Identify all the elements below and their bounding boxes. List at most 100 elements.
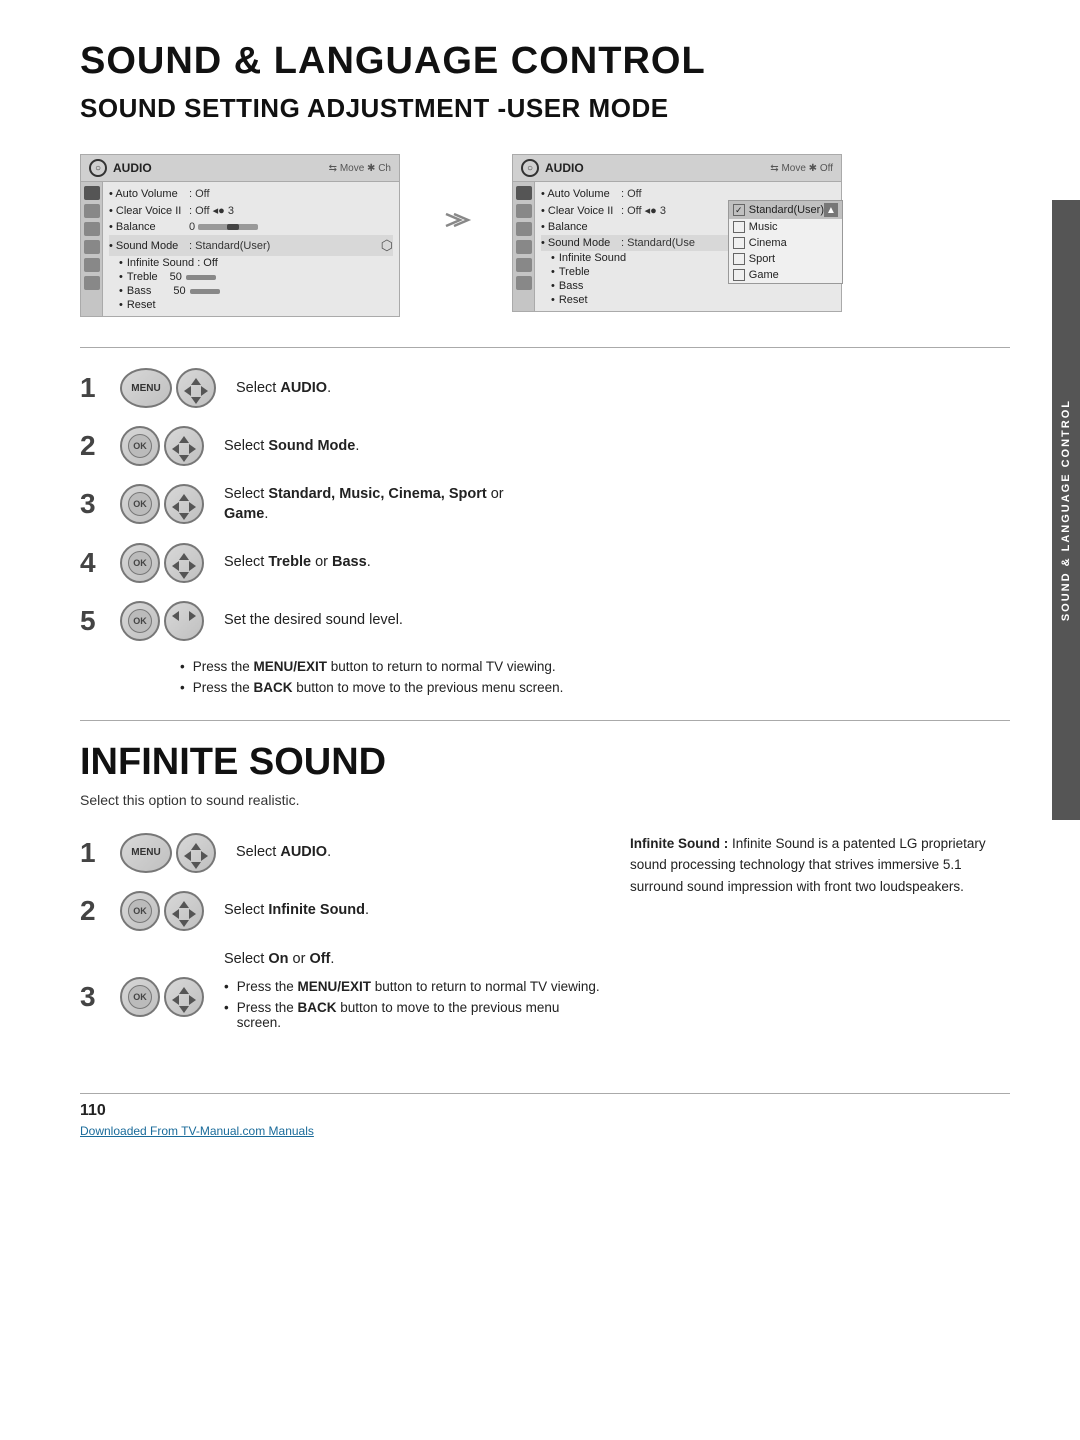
- is-step-2-buttons: OK: [120, 891, 204, 931]
- nav-pad-4[interactable]: [164, 543, 204, 583]
- note-2: • Press the BACK button to move to the p…: [180, 680, 1010, 695]
- dropdown-item-game[interactable]: Game: [729, 267, 842, 283]
- sidebar-icon-1: [84, 186, 100, 200]
- is-note-text-1: Press the MENU/EXIT button to return to …: [237, 979, 600, 994]
- dropdown-item-cinema[interactable]: Cinema: [729, 235, 842, 251]
- nav-lr-5: [172, 611, 196, 621]
- dropdown-item-sport[interactable]: Sport: [729, 251, 842, 267]
- nav-lr-4: [172, 561, 196, 571]
- step-3-row: 3 OK Select Sta: [80, 484, 1010, 525]
- is-step-3-buttons: OK: [120, 977, 204, 1017]
- step-1-text: Select AUDIO.: [236, 378, 331, 398]
- is-bullet-2: •: [224, 1000, 229, 1030]
- r-sidebar-icon-1: [516, 186, 532, 200]
- is-nav-inner-3: [174, 987, 194, 1007]
- nav-center-3: [180, 503, 188, 511]
- nav-left-4: [172, 561, 179, 571]
- dropdown-label-music: Music: [749, 221, 778, 233]
- is-nav-pad-1[interactable]: [176, 833, 216, 873]
- dropdown-item-music[interactable]: Music: [729, 219, 842, 235]
- r-sidebar-icon-2: [516, 204, 532, 218]
- panels-row: ○ AUDIO ⇆ Move ✱ Ch Auto Volume : Off: [80, 154, 1010, 317]
- is-ok-button-3[interactable]: OK: [120, 977, 160, 1017]
- r-label-reset: Reset: [559, 294, 588, 306]
- nav-left-5: [172, 611, 179, 621]
- sub-row-reset: • Reset: [109, 298, 393, 312]
- nav-up-4: [179, 553, 189, 560]
- label-balance: Balance: [109, 221, 189, 233]
- sound-mode-dropdown[interactable]: ✓ Standard(User) ▲ Music Cinema: [728, 200, 843, 284]
- nav-inner-1: [186, 378, 206, 398]
- is-nav-down-1: [191, 862, 201, 869]
- is-nav-pad-2[interactable]: [164, 891, 204, 931]
- r-label-sound-mode: Sound Mode: [541, 237, 621, 249]
- footer-link[interactable]: Downloaded From TV-Manual.com Manuals: [80, 1124, 1010, 1138]
- step-2-number: 2: [80, 432, 100, 460]
- panel-header-left: ○ AUDIO ⇆ Move ✱ Ch: [81, 155, 399, 182]
- steps-section-1: 1 MENU Select A: [80, 368, 1010, 695]
- checkbox-cinema: [733, 237, 745, 249]
- is-menu-button-1[interactable]: MENU: [120, 833, 172, 873]
- nav-pad-1[interactable]: [176, 368, 216, 408]
- ok-button-2[interactable]: OK: [120, 426, 160, 466]
- is-nav-pad-3[interactable]: [164, 977, 204, 1017]
- nav-center-5: [180, 612, 188, 620]
- sidebar-icon-5: [84, 258, 100, 272]
- is-nav-up-2: [179, 901, 189, 908]
- r-sub-row-reset: • Reset: [541, 293, 835, 307]
- nav-left-2: [172, 444, 179, 454]
- step-1-number: 1: [80, 374, 100, 402]
- main-title: SOUND & LANGUAGE CONTROL: [80, 40, 1010, 83]
- menu-label: MENU: [131, 383, 160, 394]
- infinite-sound-info: Infinite Sound : Infinite Sound is a pat…: [630, 833, 1010, 1063]
- is-ok-button-2[interactable]: OK: [120, 891, 160, 931]
- info-box-text: Infinite Sound : Infinite Sound is a pat…: [630, 833, 1010, 898]
- infinite-sound-title: INFINITE SOUND: [80, 741, 1010, 784]
- nav-up-3: [179, 494, 189, 501]
- nav-pad-5[interactable]: [164, 601, 204, 641]
- panel-header-right: ○ AUDIO ⇆ Move ✱ Off: [513, 155, 841, 182]
- is-ok-inner-2: OK: [128, 899, 152, 923]
- is-nav-lr-3: [172, 995, 196, 1005]
- is-nav-right-1: [201, 851, 208, 861]
- nav-down-3: [179, 513, 189, 520]
- dropdown-item-standard[interactable]: ✓ Standard(User) ▲: [729, 201, 842, 219]
- label-sound-mode: Sound Mode: [109, 240, 189, 252]
- side-bar: SOUND & LANGUAGE CONTROL: [1052, 200, 1080, 820]
- step-3-buttons: OK: [120, 484, 204, 524]
- panel-body-left: Auto Volume : Off Clear Voice II : Off ◂…: [81, 182, 399, 316]
- panel-body-right: Auto Volume : Off Clear Voice II : Off ◂…: [513, 182, 841, 311]
- nav-left-3: [172, 502, 179, 512]
- note-text-1: Press the MENU/EXIT button to return to …: [193, 659, 556, 674]
- divider-2: [80, 720, 1010, 721]
- step-5-row: 5 OK Set the desired sound level.: [80, 601, 1010, 641]
- is-nav-inner-2: [174, 901, 194, 921]
- ok-button-4[interactable]: OK: [120, 543, 160, 583]
- label-clear-voice: Clear Voice II: [109, 205, 189, 217]
- menu-button-1[interactable]: MENU: [120, 368, 172, 408]
- audio-icon-left: ○: [89, 159, 107, 177]
- step-2-row: 2 OK Select Sou: [80, 426, 1010, 466]
- is-step-3-row: 3 OK: [80, 949, 600, 1045]
- step-3-text: Select Standard, Music, Cinema, Sport or…: [224, 484, 504, 525]
- dropdown-label-game: Game: [749, 269, 779, 281]
- nav-pad-3[interactable]: [164, 484, 204, 524]
- is-nav-down-2: [179, 920, 189, 927]
- footer: 110 Downloaded From TV-Manual.com Manual…: [80, 1093, 1010, 1138]
- ok-inner-5: OK: [128, 609, 152, 633]
- infinite-sound-cols: 1 MENU: [80, 833, 1010, 1063]
- ok-button-5[interactable]: OK: [120, 601, 160, 641]
- is-nav-up-3: [179, 987, 189, 994]
- ok-button-3[interactable]: OK: [120, 484, 160, 524]
- audio-panel-left: ○ AUDIO ⇆ Move ✱ Ch Auto Volume : Off: [80, 154, 400, 317]
- sub-row-infinite: • Infinite Sound : Off: [109, 256, 393, 270]
- nav-pad-2[interactable]: [164, 426, 204, 466]
- r-label-clear-voice: Clear Voice II: [541, 205, 621, 217]
- label-bass: Bass: [127, 285, 151, 297]
- nav-inner-2: [174, 436, 194, 456]
- panel-content-right: Auto Volume : Off Clear Voice II : Off ◂…: [535, 182, 841, 311]
- is-note-1: • Press the MENU/EXIT button to return t…: [224, 979, 600, 994]
- r-label-balance: Balance: [541, 221, 621, 233]
- nav-inner-3: [174, 494, 194, 514]
- side-label: SOUND & LANGUAGE CONTROL: [1060, 399, 1072, 621]
